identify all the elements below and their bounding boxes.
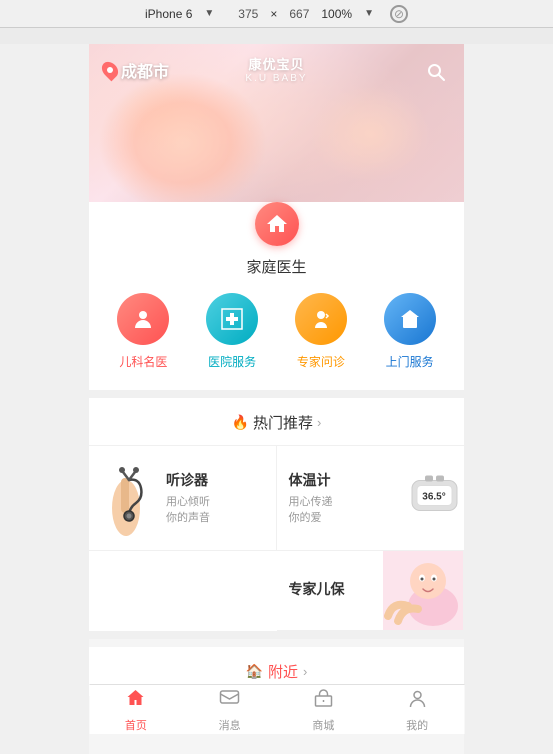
stethoscope-desc: 用心倾听你的声音 bbox=[166, 494, 210, 527]
service-circle-hospital bbox=[206, 293, 258, 345]
stethoscope-illustration bbox=[101, 458, 156, 538]
hot-item-stethoscope[interactable]: 听诊器 用心倾听你的声音 bbox=[89, 446, 277, 551]
profile-nav-icon bbox=[406, 687, 428, 715]
hot-section-arrow[interactable]: › bbox=[317, 415, 321, 430]
service-item-home-visit[interactable]: 上门服务 bbox=[384, 293, 436, 370]
ruler bbox=[0, 28, 553, 44]
phone-frame: 成都市 康优宝贝 K.U BABY bbox=[89, 44, 464, 754]
device-name: iPhone 6 bbox=[145, 7, 192, 21]
service-item-pediatric[interactable]: 儿科名医 bbox=[117, 293, 169, 370]
app-logo: 康优宝贝 K.U BABY bbox=[245, 54, 307, 84]
hot-title-text: 热门推荐 bbox=[253, 412, 313, 433]
shop-nav-icon bbox=[312, 687, 334, 715]
height-value: 667 bbox=[289, 7, 309, 21]
doctor-section-title: 家庭医生 bbox=[89, 256, 464, 277]
browser-chrome: iPhone 6 ▼ 375 × 667 100% ▼ ⊘ 成都市 康优宝贝 K… bbox=[0, 0, 553, 754]
doctor-house-icon bbox=[255, 202, 299, 246]
nearby-header: 🏠 附近 › bbox=[89, 661, 464, 682]
stethoscope-item-text: 听诊器 用心倾听你的声音 bbox=[166, 470, 210, 527]
service-label-expert: 专家问诊 bbox=[297, 353, 345, 370]
hot-item-baby-health[interactable]: 专家儿保 bbox=[277, 551, 465, 631]
hot-section-title: 🔥 热门推荐 › bbox=[232, 412, 322, 433]
service-icons-row: 儿科名医 医院服务 bbox=[89, 293, 464, 370]
fire-icon: 🔥 bbox=[232, 414, 249, 431]
service-item-expert[interactable]: 专家问诊 bbox=[295, 293, 347, 370]
location-text: 成都市 bbox=[121, 58, 169, 82]
nearby-home-icon: 🏠 bbox=[246, 663, 263, 680]
message-nav-label: 消息 bbox=[219, 717, 241, 733]
service-label-hospital: 医院服务 bbox=[208, 353, 256, 370]
bottom-navigation: 首页 消息 bbox=[89, 684, 464, 734]
logo-sub-text: K.U BABY bbox=[245, 73, 307, 84]
device-dropdown-arrow[interactable]: ▼ bbox=[204, 8, 214, 19]
baby-health-title: 专家儿保 bbox=[289, 579, 345, 599]
thermometer-illustration: 36.5° bbox=[407, 466, 462, 531]
service-circle-expert bbox=[295, 293, 347, 345]
percent-value: 100% bbox=[321, 7, 352, 21]
section-divider-1 bbox=[89, 390, 464, 398]
doctor-icon-wrapper bbox=[89, 202, 464, 246]
shop-nav-label: 商城 bbox=[312, 717, 334, 733]
search-button[interactable] bbox=[422, 58, 450, 86]
nav-item-profile[interactable]: 我的 bbox=[370, 687, 464, 733]
stethoscope-title: 听诊器 bbox=[166, 470, 210, 490]
doctor-section: 家庭医生 儿科名医 bbox=[89, 202, 464, 390]
thermometer-item-text: 体温计 用心传递你的爱 bbox=[289, 458, 333, 538]
service-circle-pediatric bbox=[117, 293, 169, 345]
nearby-title[interactable]: 🏠 附近 › bbox=[246, 661, 308, 682]
location-display[interactable]: 成都市 bbox=[103, 58, 169, 82]
nav-item-home[interactable]: 首页 bbox=[89, 687, 183, 733]
service-label-pediatric: 儿科名医 bbox=[119, 353, 167, 370]
nav-item-messages[interactable]: 消息 bbox=[183, 687, 277, 733]
nav-item-shop[interactable]: 商城 bbox=[277, 687, 371, 733]
thermometer-title: 体温计 bbox=[289, 470, 333, 490]
location-pin-icon bbox=[99, 59, 122, 82]
hot-items-grid: 听诊器 用心倾听你的声音 体温计 用心传递你的爱 bbox=[89, 445, 464, 631]
hero-banner: 成都市 康优宝贝 K.U BABY bbox=[89, 44, 464, 224]
svg-text:36.5°: 36.5° bbox=[422, 492, 445, 503]
hot-item-thermometer[interactable]: 体温计 用心传递你的爱 36.5° bbox=[277, 446, 465, 551]
section-divider-2 bbox=[89, 631, 464, 639]
service-circle-home-visit bbox=[384, 293, 436, 345]
home-nav-icon bbox=[125, 687, 147, 715]
hot-section: 🔥 热门推荐 › bbox=[89, 398, 464, 631]
baby-health-illustration bbox=[383, 551, 463, 630]
nearby-arrow[interactable]: › bbox=[303, 664, 307, 679]
message-nav-icon bbox=[219, 687, 241, 715]
width-value: 375 bbox=[238, 7, 258, 21]
service-item-hospital[interactable]: 医院服务 bbox=[206, 293, 258, 370]
content-area: 成都市 康优宝贝 K.U BABY bbox=[89, 44, 464, 754]
profile-nav-label: 我的 bbox=[406, 717, 428, 733]
service-label-home-visit: 上门服务 bbox=[386, 353, 434, 370]
thermometer-desc: 用心传递你的爱 bbox=[289, 494, 333, 527]
percent-dropdown-arrow[interactable]: ▼ bbox=[364, 8, 374, 19]
cross-symbol: × bbox=[270, 7, 277, 21]
hot-section-header: 🔥 热门推荐 › bbox=[89, 412, 464, 433]
baby-health-text: 专家儿保 bbox=[289, 563, 345, 618]
nearby-title-text: 附近 bbox=[268, 661, 298, 682]
browser-top-bar: iPhone 6 ▼ 375 × 667 100% ▼ ⊘ bbox=[0, 0, 553, 28]
no-script-icon: ⊘ bbox=[390, 5, 408, 23]
home-nav-label: 首页 bbox=[125, 717, 147, 733]
logo-main-text: 康优宝贝 bbox=[245, 54, 307, 73]
